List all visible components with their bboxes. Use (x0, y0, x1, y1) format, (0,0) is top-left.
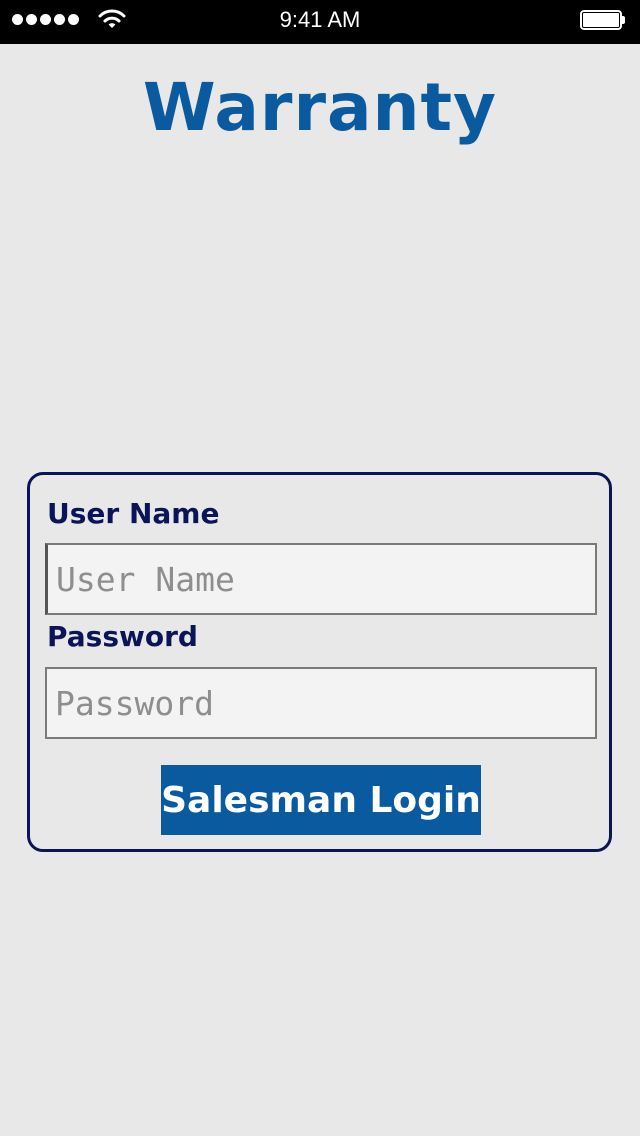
status-time: 9:41 AM (279, 7, 361, 32)
username-label: User Name (47, 497, 220, 530)
password-input[interactable] (45, 667, 597, 739)
battery-icon (580, 10, 626, 30)
username-input[interactable] (45, 543, 597, 615)
salesman-login-button[interactable]: Salesman Login (161, 765, 481, 835)
password-label: Password (47, 620, 198, 653)
app-title: Warranty (142, 69, 498, 146)
status-bar: 9:41 AM (0, 0, 640, 44)
login-form: User Name Password Salesman Login (27, 472, 612, 852)
